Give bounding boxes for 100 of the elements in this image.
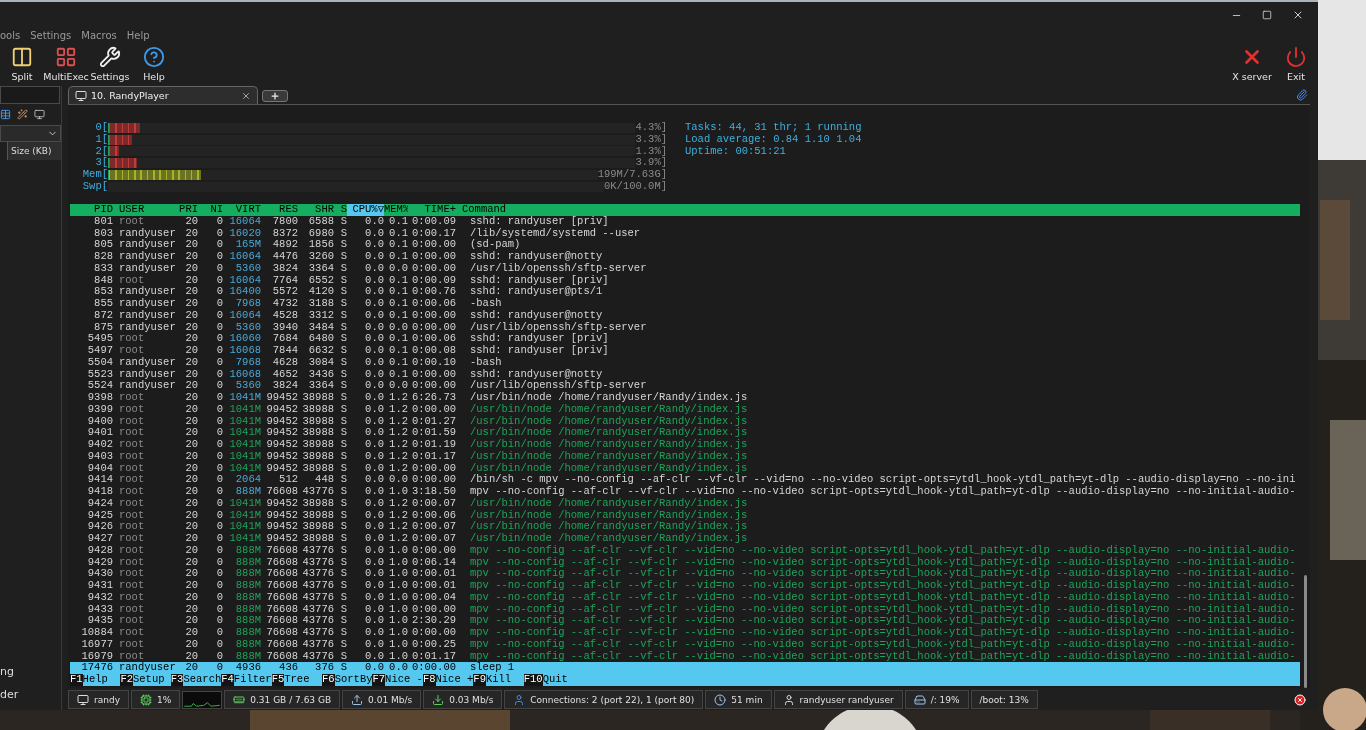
function-key[interactable]: F8 <box>422 674 436 686</box>
search-field[interactable] <box>0 86 60 104</box>
column-header[interactable]: TIME+ <box>408 204 456 216</box>
table-cell-text: S <box>339 650 347 663</box>
table-cell-text: 20 <box>184 497 198 510</box>
table-cell-text: 448 <box>314 474 334 486</box>
toolbar-button[interactable]: X server <box>1230 46 1274 82</box>
column-header[interactable]: CPU%▽ <box>347 204 384 216</box>
scrollbar-thumb[interactable] <box>1303 575 1307 688</box>
function-label[interactable]: SortBy <box>334 674 373 686</box>
menu-item[interactable]: Macros <box>81 29 117 41</box>
function-label[interactable]: Nice + <box>435 674 474 686</box>
file-name[interactable]: der <box>0 688 61 701</box>
function-label[interactable]: Tree <box>284 674 323 686</box>
table-cell-text: 0 <box>215 262 223 275</box>
function-label[interactable]: Search <box>183 674 222 686</box>
column-header[interactable]: USER <box>113 204 178 216</box>
table-cell-text: 43776 <box>301 650 334 663</box>
status-text: Connections: 2 (port 22), 1 (port 80) <box>530 694 695 705</box>
function-key[interactable]: F3 <box>170 674 184 686</box>
file-name[interactable]: ng <box>0 665 61 678</box>
column-header[interactable]: Command <box>456 204 1300 216</box>
table-cell-text: 9435 <box>86 615 113 627</box>
table-cell-text: 20 <box>184 215 198 228</box>
close-icon[interactable] <box>1294 693 1306 706</box>
meter-reading: 1.3%] <box>635 145 667 157</box>
memory-icon <box>233 693 246 706</box>
table-cell-text: /usr/bin/node /home/randyuser/Randy/index.js <box>469 415 749 427</box>
table-cell-text: 888M <box>234 627 261 639</box>
column-header[interactable]: PID <box>70 204 113 216</box>
new-tab-button[interactable] <box>262 90 288 102</box>
table-cell-text: 0.0 <box>364 215 384 228</box>
table-cell-text: 16064 <box>228 309 261 322</box>
table-cell-text: root <box>118 603 146 616</box>
function-label[interactable]: Nice - <box>385 674 423 686</box>
table-cell-text: 0 <box>215 309 223 322</box>
function-key[interactable]: F1 <box>70 674 83 686</box>
table-cell-text: 20 <box>184 439 198 451</box>
table-cell-text: 76608 <box>265 615 298 627</box>
table-icon[interactable] <box>0 109 11 120</box>
column-header[interactable]: RES <box>261 204 298 216</box>
table-cell-text: 0:00.00 <box>410 603 456 616</box>
table-cell-text: 5572 <box>271 286 298 298</box>
session-tab[interactable]: 10. RandyPlayer <box>68 86 258 104</box>
table-cell-text: S <box>339 368 347 381</box>
function-key[interactable]: F10 <box>523 674 543 686</box>
table-cell-text: 0:00.76 <box>410 286 456 298</box>
table-cell-text: 1041M <box>228 462 261 475</box>
menu-item[interactable]: ools <box>0 29 21 41</box>
function-label[interactable]: Help <box>82 674 121 686</box>
monitor-icon[interactable] <box>34 109 45 120</box>
table-cell-text: sshd: randyuser@pts/1 <box>469 286 604 298</box>
table-cell-text: root <box>118 462 146 475</box>
maximize-icon[interactable] <box>1262 10 1272 20</box>
table-cell-text: 848 <box>93 274 113 287</box>
table-cell-text: 888M <box>234 650 261 663</box>
table-cell-text: 888M <box>234 615 261 627</box>
table-cell-text: S <box>339 533 347 545</box>
table-cell-text: S <box>339 321 347 334</box>
table-cell-text: S <box>339 544 347 557</box>
toolbar-button[interactable]: Settings <box>88 46 132 82</box>
column-header[interactable]: SHR <box>298 204 334 216</box>
menu-item[interactable]: Help <box>126 29 150 41</box>
close-icon[interactable] <box>1292 9 1304 21</box>
wand-icon[interactable] <box>17 109 28 120</box>
table-cell-text: /usr/bin/node /home/randyuser/Randy/index.js <box>469 403 749 416</box>
column-header[interactable]: S <box>334 204 347 216</box>
table-cell-text: randyuser <box>118 380 177 392</box>
toolbar-button[interactable]: Split <box>0 46 44 82</box>
function-key[interactable]: F4 <box>221 674 234 686</box>
function-key[interactable]: F9 <box>473 674 486 686</box>
table-cell-text: 5524 <box>86 380 113 392</box>
column-header[interactable]: MEM% <box>384 204 408 216</box>
toolbar-button[interactable]: MultiExec <box>44 46 88 82</box>
toolbar-button[interactable]: Exit <box>1274 46 1318 82</box>
table-cell-text: 872 <box>93 309 113 322</box>
table-cell-text: mpv --no-config --af-clr --vf-clr --vid=no --no-video script-opts=ytdl_hook-ytdl_path=yt-dlp --audio-display=no --no-initial-audio- <box>469 627 1297 639</box>
table-cell-text: mpv --no-config --af-clr --vf-clr --vid=no --no-video script-opts=ytdl_hook-ytdl_path=yt-dlp --audio-display=no --no-initial-audio- <box>469 556 1297 568</box>
table-cell: 20 <box>178 662 198 674</box>
table-cell-text: S <box>339 274 347 287</box>
meter-label: 1[ <box>94 133 108 146</box>
table-cell-text: 20 <box>184 521 198 533</box>
function-label[interactable]: Quit <box>542 674 581 686</box>
table-cell-text: root <box>118 521 146 533</box>
paperclip-icon[interactable] <box>1296 89 1308 101</box>
column-header[interactable]: Size (KB) <box>7 142 61 160</box>
table-cell-text: mpv --no-config --af-clr --vf-clr --vid=no --no-video script-opts=ytdl_hook-ytdl_path=yt-dlp --audio-display=no --no-initial-audio- <box>469 568 1297 580</box>
table-cell-text: /usr/lib/openssh/sftp-server <box>469 321 648 333</box>
column-header[interactable]: NI <box>198 204 223 216</box>
table-cell-text: sshd: randyuser [priv] <box>469 274 610 286</box>
table-cell-text: 3940 <box>271 321 298 334</box>
table-cell-text: 38988 <box>301 462 334 475</box>
function-label[interactable]: Setup <box>133 674 171 686</box>
table-cell-text: 43776 <box>301 638 334 651</box>
column-header[interactable]: VIRT <box>223 204 261 216</box>
column-header[interactable]: PRI <box>178 204 198 216</box>
toolbar-button[interactable]: Help <box>132 46 176 82</box>
function-key[interactable]: F6 <box>322 674 335 686</box>
menu-item[interactable]: Settings <box>30 29 72 41</box>
table-cell-text: 1.0 <box>388 650 408 663</box>
